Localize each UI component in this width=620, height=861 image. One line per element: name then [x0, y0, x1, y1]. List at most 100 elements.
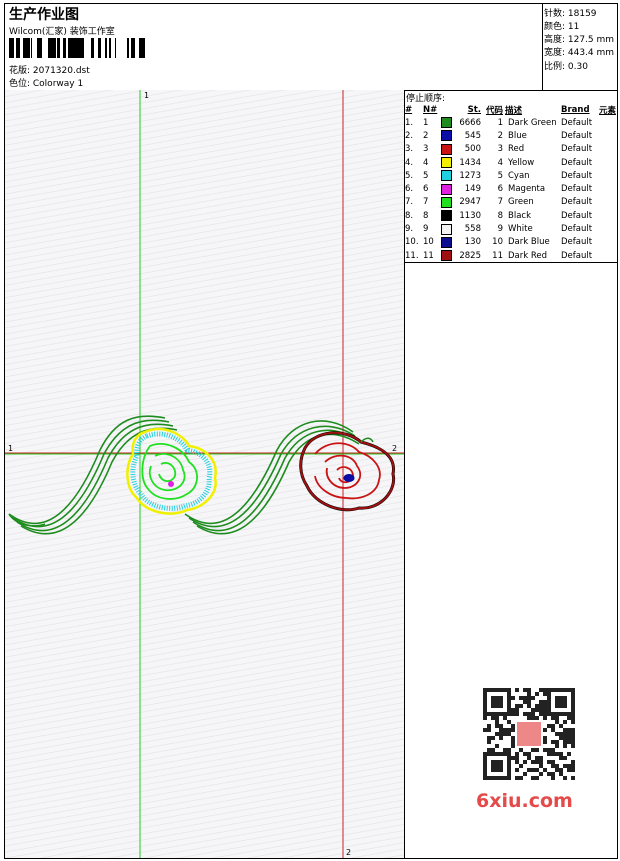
guide-label-v1: 1 — [144, 91, 150, 100]
row-brand: Default — [561, 237, 593, 248]
pattern-name: 花版: 2071320.dst — [9, 66, 90, 76]
table-row: 5. 5 1273 5 Cyan Default — [404, 169, 617, 182]
left-rose — [126, 427, 217, 515]
row-element — [598, 143, 617, 156]
row-index: 5. — [405, 170, 414, 181]
row-description: Black — [508, 210, 531, 221]
col-header-swatch — [440, 103, 456, 116]
row-code: 2 — [497, 130, 503, 141]
row-needle: 11 — [423, 250, 434, 261]
row-element — [598, 169, 617, 182]
col-header-stitches: St. — [467, 104, 481, 115]
row-stitches: 130 — [464, 237, 481, 248]
table-row: 10. 10 130 10 Dark Blue Default — [404, 236, 617, 249]
row-code: 3 — [497, 144, 503, 155]
col-header-code: 代码 — [485, 105, 503, 116]
company-name: Wilcom(汇家) 装饰工作室 — [9, 27, 115, 37]
row-description: Magenta — [508, 184, 546, 195]
row-brand: Default — [561, 157, 593, 168]
table-header-row: # N# St. 代码 描述 Brand 元素 — [404, 103, 617, 116]
row-element — [598, 182, 617, 195]
row-needle: 10 — [423, 237, 434, 248]
stop-sequence-table: # N# St. 代码 描述 Brand 元素 1. 1 6666 1 Dark Gre… — [404, 103, 617, 262]
col-header-index: # — [405, 104, 413, 115]
row-swatch — [440, 169, 456, 182]
row-element — [598, 196, 617, 209]
row-brand: Default — [561, 144, 593, 155]
col-header-brand: Brand — [561, 104, 590, 115]
row-element — [598, 116, 617, 129]
row-swatch — [440, 222, 456, 235]
row-index: 7. — [405, 197, 414, 208]
production-sheet: 生产作业图 Wilcom(汇家) 装饰工作室 花版: 2071320.dst 色… — [4, 3, 618, 859]
right-rose — [299, 431, 396, 512]
row-brand: Default — [561, 184, 593, 195]
table-row: 2. 2 545 2 Blue Default — [404, 129, 617, 142]
row-code: 9 — [497, 224, 503, 235]
col-header-needle: N# — [423, 104, 438, 115]
row-swatch — [440, 249, 456, 262]
table-row: 9. 9 558 9 White Default — [404, 222, 617, 235]
design-stats: 针数: 18159 颜色: 11 高度: 127.5 mm 宽度: 443.4 … — [542, 4, 618, 90]
row-stitches: 1130 — [459, 210, 481, 221]
watermark-logo: 6xiu.com — [476, 790, 573, 812]
color-swatch — [441, 183, 452, 195]
row-element — [598, 129, 617, 142]
color-swatch — [441, 117, 452, 129]
row-index: 11. — [405, 250, 419, 261]
row-description: Dark Red — [508, 250, 548, 261]
row-description: Blue — [508, 130, 527, 141]
row-stitches: 2947 — [459, 197, 481, 208]
row-stitches: 149 — [464, 184, 481, 195]
row-code: 6 — [497, 184, 503, 195]
qr-code — [474, 686, 584, 783]
stat-stitches: 针数: 18159 — [544, 9, 597, 19]
guide-label-v2: 2 — [346, 848, 352, 857]
row-code: 1 — [497, 117, 503, 128]
row-brand: Default — [561, 250, 593, 261]
row-description: Yellow — [508, 157, 535, 168]
stat-colors: 颜色: 11 — [544, 22, 580, 32]
row-swatch — [440, 116, 456, 129]
table-row: 7. 7 2947 7 Green Default — [404, 196, 617, 209]
row-swatch — [440, 182, 456, 195]
row-index: 8. — [405, 210, 414, 221]
color-swatch — [441, 130, 452, 142]
stat-scale: 比例: 0.30 — [544, 62, 588, 72]
row-swatch — [440, 156, 456, 169]
row-stitches: 545 — [464, 130, 481, 141]
row-description: White — [508, 224, 533, 235]
color-swatch — [441, 157, 452, 169]
row-stitches: 1273 — [459, 170, 481, 181]
row-brand: Default — [561, 197, 593, 208]
row-code: 5 — [497, 170, 503, 181]
row-swatch — [440, 209, 456, 222]
sheet-header: 生产作业图 Wilcom(汇家) 装饰工作室 花版: 2071320.dst 色… — [5, 4, 617, 91]
row-brand: Default — [561, 130, 593, 141]
stop-sequence-panel: 停止顺序: # N# St. 代码 描述 Brand 元素 1. 1 6666 1 Da… — [404, 90, 617, 858]
row-code: 10 — [492, 237, 503, 248]
row-needle: 7 — [423, 197, 429, 208]
row-code: 11 — [492, 250, 503, 261]
stat-height: 高度: 127.5 mm — [544, 35, 615, 45]
table-row: 8. 8 1130 8 Black Default — [404, 209, 617, 222]
table-row: 4. 4 1434 4 Yellow Default — [404, 156, 617, 169]
row-needle: 3 — [423, 144, 429, 155]
table-row: 1. 1 6666 1 Dark Green Default — [404, 116, 617, 129]
row-needle: 1 — [423, 117, 429, 128]
color-swatch — [441, 236, 452, 248]
row-description: Dark Green — [508, 117, 557, 128]
row-stitches: 1434 — [459, 157, 481, 168]
row-description: Red — [508, 144, 525, 155]
row-index: 10. — [405, 237, 419, 248]
row-code: 4 — [497, 157, 503, 168]
guide-label-h2: 2 — [392, 444, 398, 453]
row-swatch — [440, 143, 456, 156]
row-brand: Default — [561, 224, 593, 235]
row-code: 7 — [497, 197, 503, 208]
row-brand: Default — [561, 210, 593, 221]
color-swatch — [441, 196, 452, 208]
row-swatch — [440, 129, 456, 142]
row-description: Green — [508, 197, 534, 208]
row-index: 4. — [405, 157, 414, 168]
